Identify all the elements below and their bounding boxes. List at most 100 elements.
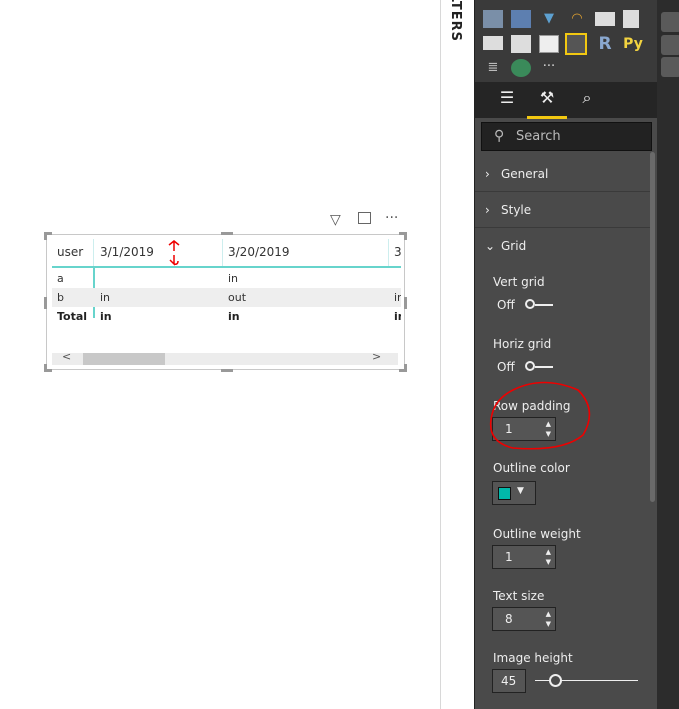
column-header-date[interactable]: 3/20/2019 <box>228 239 290 266</box>
kpi-icon[interactable] <box>483 36 503 50</box>
text-size-stepper[interactable]: 8 ▲ ▼ <box>492 607 556 631</box>
filter-icon[interactable]: ▽ <box>330 212 341 228</box>
table-cell: in <box>394 291 401 304</box>
resize-handle[interactable] <box>44 297 47 309</box>
fields-tab[interactable]: ☰ <box>495 88 519 112</box>
table-cell: out <box>228 291 247 304</box>
matrix-visual[interactable]: user 3/1/2019 3/20/2019 3 a in b in out … <box>44 232 407 372</box>
focus-mode-icon[interactable] <box>358 212 371 224</box>
total-cell: in <box>100 310 112 323</box>
column-divider <box>388 239 389 266</box>
card-icon[interactable] <box>595 12 615 26</box>
strip-button[interactable] <box>661 35 679 55</box>
report-canvas: ▽ ··· user 3/1/2019 3/20/2019 3 a in b i… <box>0 0 441 709</box>
annotation-circle <box>489 381 591 450</box>
funnel-icon[interactable]: ▼ <box>539 10 559 28</box>
map-icon[interactable] <box>483 10 503 28</box>
vert-grid-toggle[interactable]: Off <box>497 298 553 312</box>
scroll-left-button[interactable]: < <box>62 350 71 363</box>
pane-scrollbar[interactable] <box>650 152 655 502</box>
section-label: Grid <box>501 239 527 253</box>
chevron-down-icon: ⌄ <box>485 239 496 253</box>
resize-handle[interactable] <box>44 364 47 372</box>
matrix-icon[interactable] <box>565 33 587 55</box>
column-header-user[interactable]: user <box>57 239 83 266</box>
table-icon[interactable] <box>539 35 559 53</box>
horizontal-scrollbar[interactable]: < > <box>52 350 398 365</box>
filters-pane-collapsed[interactable] <box>442 0 474 709</box>
format-tab[interactable]: ⚒ <box>527 88 567 119</box>
stepper-value: 8 <box>505 612 513 626</box>
input-value: 45 <box>501 674 517 688</box>
chevron-right-icon: › <box>485 203 490 217</box>
filled-map-icon[interactable] <box>511 10 531 28</box>
vert-grid-label: Vert grid <box>493 275 545 289</box>
arcgis-map-icon[interactable] <box>511 59 531 77</box>
stepper-arrows-icon[interactable]: ▲ ▼ <box>546 609 551 629</box>
total-cell: in <box>394 310 401 323</box>
python-visual-icon[interactable]: Py <box>623 35 643 53</box>
outline-color-picker[interactable]: ▼ <box>492 481 536 505</box>
slicer-icon[interactable] <box>511 35 531 53</box>
section-grid[interactable]: ⌄ Grid <box>475 228 650 264</box>
gauge-icon[interactable]: ◠ <box>567 10 587 28</box>
visualizations-pane: ▼ ◠ R Py ≣ ··· ☰ ⚒ ⌕ ⚲ Search › General ›… <box>474 0 658 709</box>
more-visuals-icon[interactable]: ··· <box>539 58 559 76</box>
annotation-arrows <box>168 240 180 266</box>
pane-tabs: ☰ ⚒ ⌕ <box>475 82 658 119</box>
toggle-state: Off <box>497 298 515 312</box>
section-label: General <box>501 167 549 181</box>
header-outline <box>52 266 401 268</box>
table-cell: in <box>100 291 111 304</box>
table-cell: in <box>228 272 239 285</box>
strip-button[interactable] <box>661 12 679 32</box>
section-style[interactable]: › Style <box>475 192 650 228</box>
visual-gallery: ▼ ◠ R Py ≣ ··· <box>475 0 658 82</box>
total-cell: in <box>228 310 240 323</box>
image-height-slider[interactable] <box>535 674 638 687</box>
key-influencers-icon[interactable]: ≣ <box>483 59 503 77</box>
image-height-input[interactable]: 45 <box>492 669 526 693</box>
horiz-grid-label: Horiz grid <box>493 337 552 351</box>
outline-weight-stepper[interactable]: 1 ▲ ▼ <box>492 545 556 569</box>
row-header: a <box>57 272 64 285</box>
search-placeholder: Search <box>516 129 561 144</box>
resize-handle[interactable] <box>404 364 407 372</box>
stepper-arrows-icon[interactable]: ▲ ▼ <box>546 547 551 567</box>
toggle-state: Off <box>497 360 515 374</box>
resize-handle[interactable] <box>404 232 407 240</box>
dropdown-arrow-icon: ▼ <box>517 486 524 496</box>
scrollbar-thumb[interactable] <box>83 353 165 365</box>
column-header-date[interactable]: 3/1/2019 <box>100 239 154 266</box>
stepper-value: 1 <box>505 550 513 564</box>
strip-button[interactable] <box>661 57 679 77</box>
search-input[interactable]: ⚲ Search <box>481 122 652 151</box>
section-label: Style <box>501 203 532 217</box>
text-size-label: Text size <box>493 589 545 603</box>
column-divider <box>93 239 94 266</box>
analytics-tab[interactable]: ⌕ <box>575 88 599 112</box>
scroll-right-button[interactable]: > <box>372 350 381 363</box>
filters-label[interactable]: FILTERS <box>448 0 463 42</box>
r-visual-icon[interactable]: R <box>595 35 615 53</box>
outline-color-label: Outline color <box>493 461 570 475</box>
multirow-card-icon[interactable] <box>623 10 639 28</box>
color-swatch <box>498 487 511 500</box>
toggle-switch[interactable] <box>524 299 553 310</box>
more-options-icon[interactable]: ··· <box>385 210 398 226</box>
resize-handle[interactable] <box>221 232 233 235</box>
section-general[interactable]: › General <box>475 156 650 192</box>
slider-thumb[interactable] <box>549 674 562 687</box>
search-icon: ⚲ <box>494 128 505 144</box>
chevron-right-icon: › <box>485 167 490 181</box>
row-header: b <box>57 291 64 304</box>
resize-handle[interactable] <box>44 232 47 240</box>
column-header-date[interactable]: 3 <box>394 239 401 266</box>
resize-handle[interactable] <box>221 369 233 372</box>
horiz-grid-toggle[interactable]: Off <box>497 360 553 374</box>
resize-handle[interactable] <box>404 297 407 309</box>
outline-weight-label: Outline weight <box>493 527 581 541</box>
column-divider <box>222 239 223 266</box>
image-height-label: Image height <box>493 651 573 665</box>
toggle-switch[interactable] <box>524 361 553 372</box>
